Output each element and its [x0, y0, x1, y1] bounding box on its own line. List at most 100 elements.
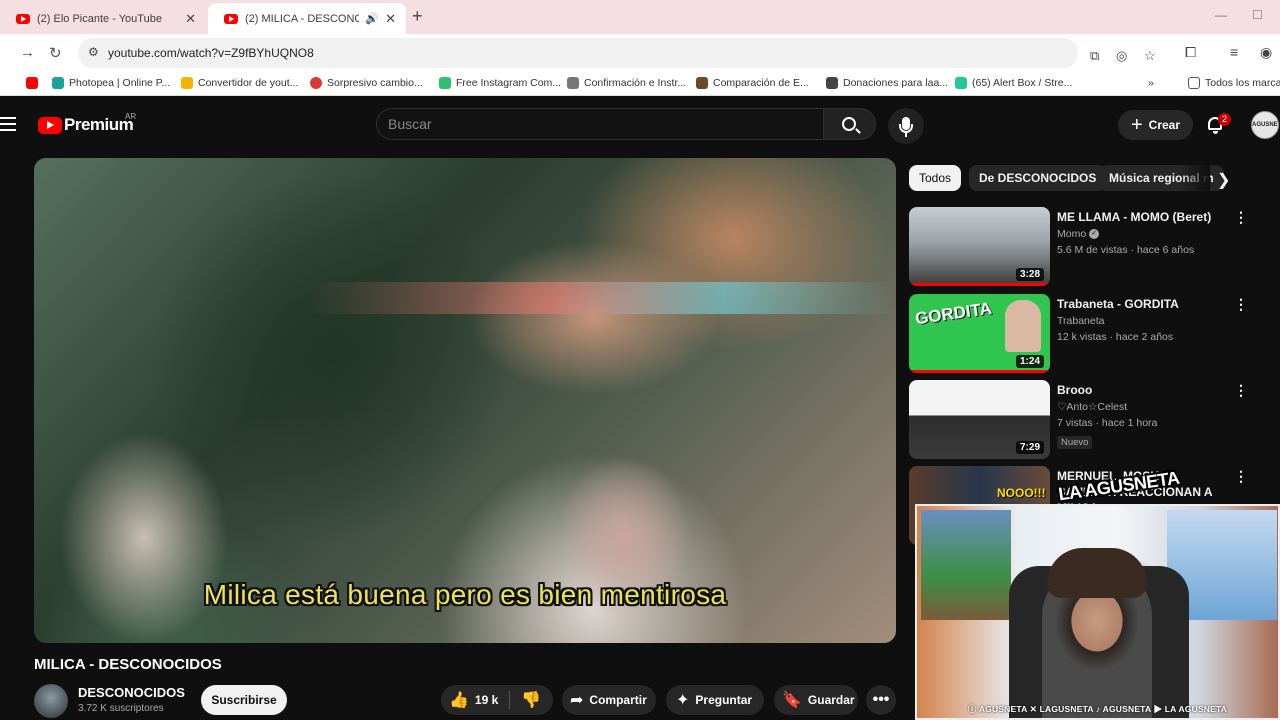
- thumbnail-person: [1005, 300, 1041, 352]
- recommendation-title[interactable]: Trabaneta - GORDITA: [1057, 296, 1232, 312]
- video-thumbnail[interactable]: GORDITA 1:24: [909, 294, 1050, 373]
- youtube-header: Premium AR + Crear AGUSNETA: [0, 102, 1280, 148]
- bookmark-1[interactable]: Photopea | Online P...: [52, 77, 170, 89]
- subscriber-count: 3.72 K suscriptores: [78, 703, 164, 714]
- bookmark-8[interactable]: (65) Alert Box / Stre...: [955, 77, 1072, 89]
- bookmark-label: (65) Alert Box / Stre...: [972, 77, 1073, 89]
- chip-channel[interactable]: De DESCONOCIDOS: [969, 165, 1107, 191]
- bookmark-5[interactable]: Confirmación e Instr...: [567, 77, 686, 89]
- extensions-icon[interactable]: ⧠: [1185, 44, 1196, 61]
- url-text: youtube.com/watch?v=Z9fBYhUQNO8: [108, 46, 314, 60]
- search-box: [376, 108, 824, 140]
- bookmark-7[interactable]: Donaciones para laa...: [826, 77, 948, 89]
- site-info-icon[interactable]: ⚙: [88, 45, 99, 59]
- search-icon: [842, 117, 856, 131]
- share-button[interactable]: ➦ Compartir: [562, 685, 656, 715]
- bookmark-label: Free Instagram Com...: [456, 77, 562, 89]
- webcam-overlay: Ⓘ AGUSNETA ✕ LAGUSNETA ♪ AGUSNETA ▶ LA A…: [915, 504, 1280, 720]
- more-options-icon[interactable]: ⋮: [1234, 468, 1248, 485]
- all-bookmarks[interactable]: Todos los marca: [1188, 77, 1280, 89]
- video-thumbnail[interactable]: 3:28: [909, 207, 1050, 286]
- youtube-premium-logo[interactable]: Premium AR: [38, 112, 137, 135]
- save-button[interactable]: 🔖 Guardar: [774, 685, 858, 715]
- streamlabs-icon: [955, 77, 967, 89]
- browser-tab-2[interactable]: (2) MILICA - DESCONOCIDO 🔊 ✕: [208, 3, 406, 34]
- chip-todos[interactable]: Todos: [909, 165, 962, 191]
- maximize-icon[interactable]: ☐: [1252, 8, 1263, 22]
- chips-fade: [1180, 165, 1210, 191]
- thumbs-down-icon: 👎: [521, 692, 541, 709]
- recommendation-title[interactable]: ME LLAMA - MOMO (Beret): [1057, 209, 1232, 225]
- bookmark-4[interactable]: Free Instagram Com...: [439, 77, 561, 89]
- bookmark-star-icon[interactable]: ☆: [1144, 48, 1156, 64]
- youtube-icon: [26, 77, 38, 89]
- video-player[interactable]: Milica está buena pero es bien mentirosa: [34, 158, 896, 643]
- search-button[interactable]: [823, 108, 876, 140]
- speaker-icon[interactable]: 🔊: [365, 12, 379, 25]
- account-avatar[interactable]: AGUSNETA: [1251, 111, 1279, 139]
- social-handles: Ⓘ AGUSNETA ✕ LAGUSNETA ♪ AGUSNETA ▶ LA A…: [967, 704, 1228, 714]
- more-bookmarks-icon[interactable]: »: [1148, 77, 1154, 89]
- reload-icon[interactable]: ↻: [49, 44, 62, 62]
- minimize-icon[interactable]: —: [1215, 8, 1227, 22]
- bookmark-youtube[interactable]: [26, 77, 43, 89]
- menu-icon[interactable]: [0, 117, 16, 131]
- recommendation-item[interactable]: GORDITA 1:24 Trabaneta - GORDITA Trabane…: [909, 294, 1249, 374]
- close-tab-icon[interactable]: ✕: [385, 11, 396, 27]
- dislike-button[interactable]: 👎: [521, 690, 541, 710]
- logo-text: Premium: [64, 115, 134, 134]
- bookmark-label: Sorpresivo cambio...: [327, 77, 423, 89]
- voice-search-button[interactable]: [888, 108, 924, 144]
- youtube-favicon-icon: [16, 13, 30, 24]
- search-input[interactable]: [377, 109, 823, 139]
- like-button[interactable]: 👍 19 k: [449, 690, 498, 710]
- recommendation-meta: 5.6 M de vistas · hace 6 años: [1057, 244, 1195, 256]
- streamer-hair: [1047, 548, 1147, 598]
- bookmark-2[interactable]: Convertidor de yout...: [181, 77, 298, 89]
- media-queue-icon[interactable]: ≡: [1230, 44, 1238, 60]
- more-actions-icon[interactable]: •••: [866, 685, 896, 715]
- recommendation-title[interactable]: Brooo: [1057, 382, 1232, 398]
- more-options-icon[interactable]: ⋮: [1234, 209, 1248, 226]
- recommendation-channel[interactable]: Trabaneta: [1057, 315, 1104, 327]
- youtube-favicon-icon: [224, 13, 238, 24]
- bookmark-3[interactable]: Sorpresivo cambio...: [310, 77, 423, 89]
- recommendation-item[interactable]: 3:28 ME LLAMA - MOMO (Beret) Momo ✓ 5.6 M…: [909, 207, 1249, 287]
- news-icon: [310, 77, 322, 89]
- profile-icon[interactable]: ◉: [1260, 44, 1272, 61]
- duration-badge: 3:28: [1015, 268, 1044, 281]
- close-tab-icon[interactable]: ✕: [185, 11, 196, 27]
- create-button[interactable]: + Crear: [1118, 110, 1193, 140]
- recommendation-channel[interactable]: ♡Anto☆Celest: [1057, 401, 1127, 413]
- channel-avatar[interactable]: [34, 684, 68, 718]
- forward-icon[interactable]: →: [20, 44, 35, 61]
- bookmark-icon: 🔖: [782, 692, 802, 709]
- video-thumbnail[interactable]: 7:29: [909, 380, 1050, 459]
- instagram-tool-icon: [439, 77, 451, 89]
- tab-title: (2) Elo Picante - YouTube: [37, 12, 162, 25]
- ask-label: Preguntar: [695, 693, 753, 707]
- duration-badge: 1:24: [1015, 355, 1044, 368]
- eye-off-icon[interactable]: ◎: [1116, 48, 1127, 64]
- recommendation-item[interactable]: 7:29 Brooo ♡Anto☆Celest 7 vistas · hace …: [909, 380, 1249, 460]
- country-code: AR: [125, 112, 137, 121]
- share-label: Compartir: [589, 693, 647, 707]
- subscribe-button[interactable]: Suscribirse: [201, 685, 287, 715]
- more-options-icon[interactable]: ⋮: [1234, 382, 1248, 399]
- browser-tab-1[interactable]: (2) Elo Picante - YouTube ✕: [0, 3, 206, 34]
- channel-label: Momo: [1057, 228, 1087, 240]
- like-count: 19 k: [474, 693, 499, 707]
- save-label: Guardar: [807, 693, 855, 707]
- more-options-icon[interactable]: ⋮: [1234, 296, 1248, 313]
- bookmark-6[interactable]: Comparación de E...: [696, 77, 809, 89]
- sparkle-icon: ✦: [676, 692, 690, 709]
- address-bar[interactable]: ⚙ youtube.com/watch?v=Z9fBYhUQNO8 ⧉ ◎ ☆: [78, 38, 1156, 68]
- ask-button[interactable]: ✦ Preguntar: [666, 685, 764, 715]
- chevron-right-icon[interactable]: ❯: [1217, 170, 1230, 190]
- recommendation-channel[interactable]: Momo ✓: [1057, 228, 1100, 240]
- channel-name[interactable]: DESCONOCIDOS: [78, 685, 185, 700]
- new-tab-icon[interactable]: +: [412, 6, 423, 27]
- converter-icon: [181, 77, 193, 89]
- bookmarks-bar: Photopea | Online P... Convertidor de yo…: [0, 72, 1280, 96]
- install-app-icon[interactable]: ⧉: [1090, 48, 1099, 64]
